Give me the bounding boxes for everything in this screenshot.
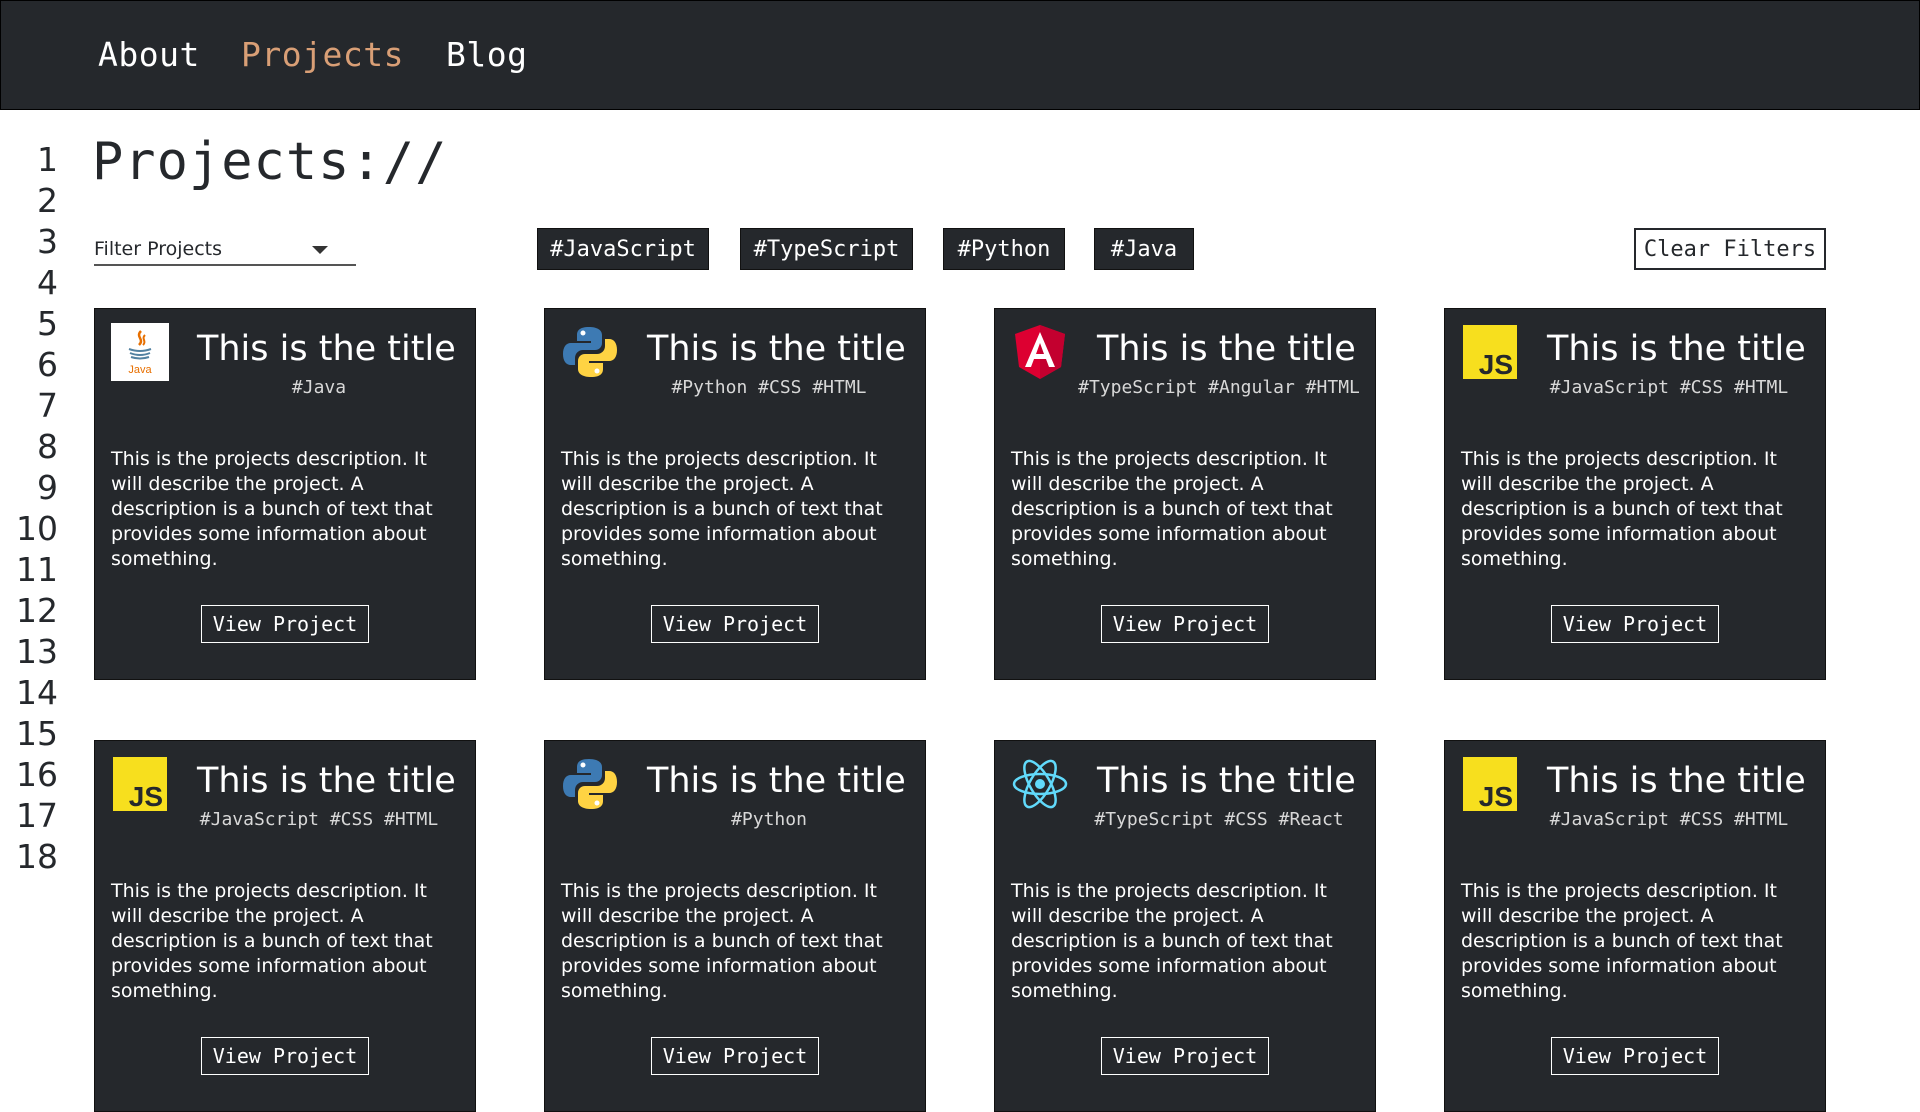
project-card: JS This is the title #JavaScript #CSS #H… (1444, 308, 1826, 680)
top-nav-bar: About Projects Blog (0, 0, 1920, 110)
line-number: 17 (16, 796, 58, 835)
card-description: This is the projects description. It wil… (1461, 880, 1783, 1002)
card-title: This is the title (647, 761, 906, 801)
card-title: This is the title (647, 329, 906, 369)
project-card: Java This is the title #Java This is the… (94, 308, 476, 680)
project-card: JS This is the title #JavaScript #CSS #H… (1444, 740, 1826, 1112)
line-number: 2 (37, 181, 58, 220)
project-card: JS This is the title #JavaScript #CSS #H… (94, 740, 476, 1112)
nav-link-blog[interactable]: Blog (446, 35, 527, 74)
view-project-button[interactable]: View Project (201, 1037, 369, 1075)
card-tags: #Python (731, 809, 807, 830)
line-number: 7 (37, 386, 58, 425)
card-title: This is the title (1097, 329, 1356, 369)
filter-tag-python[interactable]: #Python (943, 228, 1065, 270)
card-tags: #TypeScript #CSS #React (1094, 809, 1344, 830)
nav-link-about[interactable]: About (98, 35, 200, 74)
card-tags: #JavaScript #CSS #HTML (199, 809, 439, 830)
card-description: This is the projects description. It wil… (1461, 448, 1783, 570)
card-title: This is the title (1547, 329, 1806, 369)
card-tags: #JavaScript #CSS #HTML (1549, 809, 1789, 830)
line-number: 14 (16, 673, 58, 712)
line-number: 8 (37, 427, 58, 466)
view-project-button[interactable]: View Project (651, 605, 819, 643)
card-title: This is the title (197, 761, 456, 801)
project-card: This is the title #Python This is the pr… (544, 740, 926, 1112)
view-project-button[interactable]: View Project (1551, 605, 1719, 643)
line-number: 15 (16, 714, 58, 753)
card-tags: #Python #CSS #HTML (671, 377, 867, 398)
line-number: 4 (37, 263, 58, 302)
line-number: 5 (37, 304, 58, 343)
line-number: 12 (16, 591, 58, 630)
card-tags: #TypeScript #Angular #HTML (1078, 377, 1360, 398)
card-description: This is the projects description. It wil… (111, 448, 433, 570)
line-number: 18 (16, 837, 58, 876)
project-card: This is the title #TypeScript #CSS #Reac… (994, 740, 1376, 1112)
line-number: 9 (37, 468, 58, 507)
filter-select-label: Filter Projects (94, 238, 222, 260)
card-description: This is the projects description. It wil… (561, 880, 883, 1002)
filter-projects-select[interactable]: Filter Projects (94, 232, 356, 266)
project-card: This is the title #Python #CSS #HTML Thi… (544, 308, 926, 680)
clear-filters-button[interactable]: Clear Filters (1634, 228, 1826, 270)
card-title: This is the title (197, 329, 456, 369)
line-number: 11 (16, 550, 58, 589)
filter-tag-typescript[interactable]: #TypeScript (740, 228, 913, 270)
filter-tag-javascript[interactable]: #JavaScript (537, 228, 709, 270)
view-project-button[interactable]: View Project (651, 1037, 819, 1075)
line-number: 13 (16, 632, 58, 671)
line-number: 1 (37, 140, 58, 179)
card-description: This is the projects description. It wil… (1011, 880, 1333, 1002)
chevron-down-icon (312, 246, 328, 254)
view-project-button[interactable]: View Project (1101, 1037, 1269, 1075)
card-description: This is the projects description. It wil… (561, 448, 883, 570)
line-number: 10 (16, 509, 58, 548)
view-project-button[interactable]: View Project (1551, 1037, 1719, 1075)
line-number: 6 (37, 345, 58, 384)
line-number: 16 (16, 755, 58, 794)
card-description: This is the projects description. It wil… (1011, 448, 1333, 570)
view-project-button[interactable]: View Project (1101, 605, 1269, 643)
filter-tag-java[interactable]: #Java (1094, 228, 1194, 270)
card-title: This is the title (1097, 761, 1356, 801)
page-title: Projects:// (92, 132, 448, 192)
view-project-button[interactable]: View Project (201, 605, 369, 643)
project-card: This is the title #TypeScript #Angular #… (994, 308, 1376, 680)
card-tags: #Java (291, 377, 347, 398)
card-description: This is the projects description. It wil… (111, 880, 433, 1002)
line-number: 3 (37, 222, 58, 261)
card-tags: #JavaScript #CSS #HTML (1549, 377, 1789, 398)
nav-link-projects[interactable]: Projects (241, 35, 404, 74)
card-title: This is the title (1547, 761, 1806, 801)
